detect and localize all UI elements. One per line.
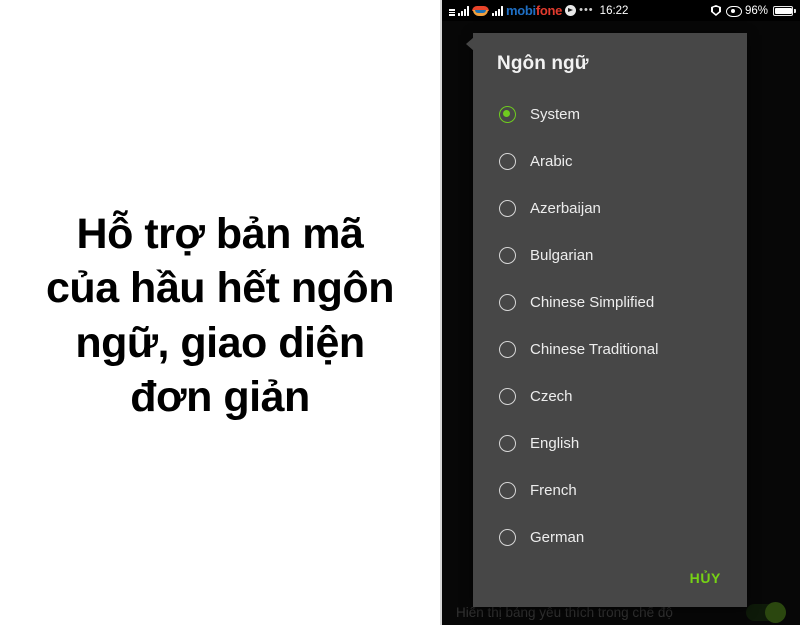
- promo-line-1: Hỗ trợ bản mã: [76, 210, 364, 259]
- shield-icon: [711, 5, 721, 16]
- cancel-button[interactable]: HỦY: [686, 564, 725, 592]
- language-option-label: German: [530, 529, 585, 546]
- radio-unselected-icon[interactable]: [499, 200, 516, 217]
- language-option-azerbaijan[interactable]: Azerbaijan: [473, 185, 747, 232]
- language-option-label: English: [530, 435, 580, 452]
- sim1-signal-icon: [449, 6, 455, 16]
- radio-unselected-icon[interactable]: [499, 388, 516, 405]
- carrier-name-part2: fone: [535, 3, 563, 18]
- eye-icon: [725, 6, 742, 17]
- language-option-bulgarian[interactable]: Bulgarian: [473, 232, 747, 279]
- language-option-label: French: [530, 482, 577, 499]
- carrier-name: mobifone: [506, 4, 562, 17]
- language-option-label: Chinese Simplified: [530, 294, 655, 311]
- language-option-system[interactable]: System: [473, 91, 747, 138]
- promo-headline: Hỗ trợ bản mã của hầu hết ngôn ngữ, giao…: [34, 207, 406, 424]
- mobifone-logo-icon: [472, 5, 489, 17]
- status-bar: mobifone ••• 16:22 96%: [442, 0, 800, 21]
- promo-line-2: của hầu hết ngôn: [46, 264, 394, 313]
- language-option-french[interactable]: French: [473, 467, 747, 514]
- language-option-czech[interactable]: Czech: [473, 373, 747, 420]
- radio-selected-icon[interactable]: [499, 106, 516, 123]
- screenshot-root: Hỗ trợ bản mã của hầu hết ngôn ngữ, giao…: [0, 0, 800, 625]
- radio-unselected-icon[interactable]: [499, 341, 516, 358]
- language-option-label: Czech: [530, 388, 573, 405]
- language-option-chinese-traditional[interactable]: Chinese Traditional: [473, 326, 747, 373]
- status-bar-right: 96%: [711, 4, 796, 17]
- radio-unselected-icon[interactable]: [499, 529, 516, 546]
- status-bar-clock: 16:22: [599, 4, 629, 17]
- radio-unselected-icon[interactable]: [499, 482, 516, 499]
- language-option-label: Chinese Traditional: [530, 341, 659, 358]
- promo-panel: Hỗ trợ bản mã của hầu hết ngôn ngữ, giao…: [0, 0, 440, 625]
- more-dots-icon: •••: [579, 4, 594, 16]
- globe-icon: [565, 5, 577, 16]
- signal-bars-2-icon: [492, 5, 503, 16]
- language-option-arabic[interactable]: Arabic: [473, 138, 747, 185]
- dialog-notch-icon: [466, 37, 474, 51]
- radio-unselected-icon[interactable]: [499, 435, 516, 452]
- language-option-english[interactable]: English: [473, 420, 747, 467]
- radio-unselected-icon[interactable]: [499, 294, 516, 311]
- language-option-chinese-simplified[interactable]: Chinese Simplified: [473, 279, 747, 326]
- dialog-action-bar: HỦY: [473, 549, 747, 607]
- language-option-label: Bulgarian: [530, 247, 594, 264]
- radio-unselected-icon[interactable]: [499, 153, 516, 170]
- language-option-label: Arabic: [530, 153, 573, 170]
- language-option-list[interactable]: System Arabic Azerbaijan Bulgarian Chine: [473, 89, 747, 549]
- promo-line-4: đơn giản: [130, 372, 310, 421]
- language-option-german[interactable]: German: [473, 514, 747, 549]
- signal-bars-icon: [458, 5, 469, 16]
- battery-percent: 96%: [744, 4, 768, 17]
- promo-line-3: ngữ, giao diện: [75, 318, 365, 367]
- radio-unselected-icon[interactable]: [499, 247, 516, 264]
- language-option-label: System: [530, 106, 581, 123]
- phone-screen: Hiển thị bảng yêu thích trong chế độ: [440, 0, 800, 625]
- status-bar-left: mobifone ••• 16:22: [449, 4, 628, 17]
- carrier-name-part1: mobi: [506, 3, 536, 18]
- language-option-label: Azerbaijan: [530, 200, 601, 217]
- battery-icon: [773, 5, 796, 16]
- dialog-title: Ngôn ngữ: [497, 53, 589, 74]
- language-dialog: Ngôn ngữ System Arabic Azerbaijan Bulgar…: [466, 33, 747, 607]
